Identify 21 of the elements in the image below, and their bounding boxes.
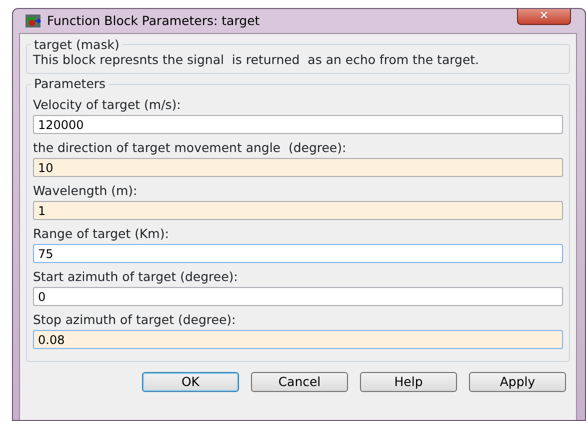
- simulink-block-icon: [25, 14, 41, 28]
- field-label: Velocity of target (m/s):: [33, 97, 182, 112]
- field-label: Wavelength (m):: [33, 183, 138, 198]
- mask-description: This block represnts the signal is returned as an echo from the target.: [33, 52, 480, 68]
- input-field[interactable]: 0: [33, 287, 563, 306]
- dialog-button[interactable]: Help: [360, 372, 457, 392]
- input-field[interactable]: 120000: [33, 115, 563, 134]
- dialog-button[interactable]: Cancel: [251, 372, 348, 392]
- group-title: target (mask): [33, 38, 120, 52]
- group-title: Parameters: [33, 77, 107, 92]
- dialog-button[interactable]: OK: [142, 372, 239, 392]
- field-label: the direction of target movement angle (degree):: [33, 140, 348, 156]
- field-label: Stop azimuth of target (degree):: [33, 312, 237, 328]
- field-label: Range of target (Km):: [33, 226, 170, 242]
- input-field[interactable]: 0.08: [33, 330, 563, 350]
- window-title: Function Block Parameters: target: [47, 12, 260, 30]
- input-field[interactable]: 10: [33, 158, 563, 178]
- dialog-button[interactable]: Apply: [469, 372, 566, 392]
- input-field[interactable]: 75: [33, 244, 563, 264]
- field-label: Start azimuth of target (degree):: [33, 269, 239, 284]
- input-field[interactable]: 1: [33, 201, 563, 220]
